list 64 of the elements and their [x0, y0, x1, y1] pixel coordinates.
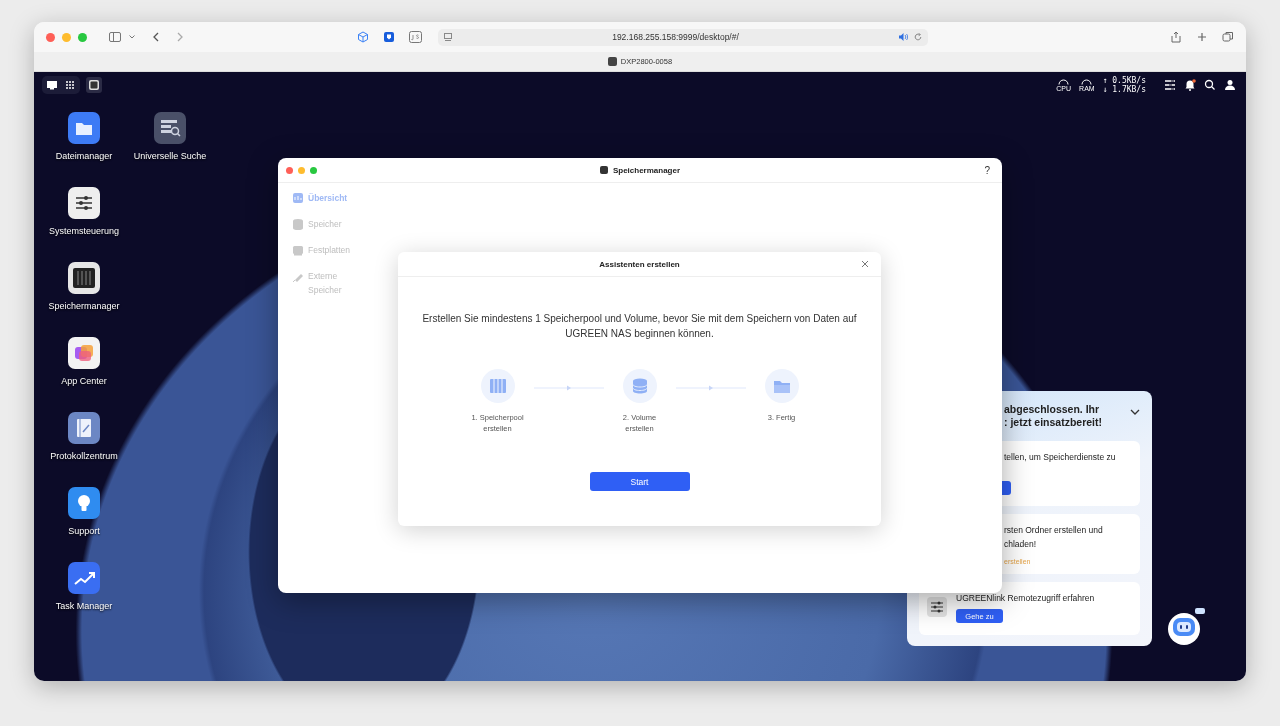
app-label[interactable]: Universelle Suche: [133, 151, 207, 161]
speaker-icon: [899, 33, 908, 41]
chevron-down-icon[interactable]: [1130, 409, 1140, 415]
close-button[interactable]: [286, 166, 293, 174]
overview-icon: [292, 192, 304, 204]
app-label[interactable]: Dateimanager: [55, 151, 113, 161]
share-icon[interactable]: [1170, 31, 1182, 43]
drive-bays-icon[interactable]: [68, 262, 100, 294]
folder-icon[interactable]: [68, 112, 100, 144]
start-button[interactable]: Start: [589, 472, 690, 491]
app-label[interactable]: Protokollzentrum: [50, 451, 118, 461]
panel-title: : jetzt einsatzbereit!: [1004, 416, 1103, 429]
chevron-down-icon: [129, 35, 135, 39]
app-label[interactable]: Support: [68, 526, 100, 536]
step-arrow-icon: [675, 385, 746, 391]
drive-bays-icon: [487, 376, 508, 396]
app-label[interactable]: Speichermanager: [48, 301, 120, 311]
script-icon[interactable]: [409, 31, 422, 43]
server-icon: [607, 57, 617, 66]
search-icon[interactable]: [1204, 79, 1216, 91]
shield-icon[interactable]: [383, 31, 395, 43]
notebook-icon[interactable]: [68, 412, 100, 444]
step-arrow-icon: [533, 385, 604, 391]
app-label[interactable]: App Center: [61, 376, 107, 386]
help-button[interactable]: ?: [980, 164, 994, 176]
apps-icon[interactable]: [68, 337, 100, 369]
upload-speed: ↑ 0.5KB/s: [1102, 76, 1146, 85]
app-label[interactable]: Task Manager: [55, 601, 113, 611]
dialog-title: Assistenten erstellen: [599, 259, 680, 269]
user-icon[interactable]: [1224, 79, 1236, 91]
sidebar-toggle-icon[interactable]: [109, 32, 121, 42]
close-button[interactable]: [46, 32, 55, 42]
tabs-icon[interactable]: [1222, 31, 1234, 43]
desktop-icon[interactable]: [44, 78, 60, 92]
ram-gauge-icon: [1081, 78, 1093, 85]
address-bar[interactable]: 192.168.255.158:9999/desktop/#/: [438, 28, 928, 46]
back-icon[interactable]: [153, 32, 159, 42]
close-icon[interactable]: [861, 260, 869, 268]
window-title: Speichermanager: [612, 165, 681, 175]
cube-icon[interactable]: [357, 31, 369, 43]
cpu-gauge-icon: [1058, 78, 1070, 85]
card-text: chladen!: [1004, 538, 1038, 550]
lightbulb-icon[interactable]: [68, 487, 100, 519]
trend-chart-icon[interactable]: [68, 562, 100, 594]
sliders-icon: [927, 597, 947, 617]
storage-app-icon[interactable]: [86, 77, 102, 93]
list-sliders-icon[interactable]: [1164, 79, 1176, 91]
drive-icon: [292, 244, 304, 256]
panel-title: abgeschlossen. Ihr: [1004, 403, 1101, 416]
dialog-message: Erstellen Sie mindestens 1 Speicherpool und Volume, bevor Sie mit dem Speichern von Daten auf UGREEN NAS beginnen können.: [421, 312, 858, 341]
card-text: UGREENlink Remotezugriff erfahren: [956, 592, 1095, 604]
bell-icon[interactable]: [1184, 79, 1196, 91]
page-icon: [444, 32, 452, 42]
database-icon: [292, 218, 304, 230]
sliders-icon[interactable]: [68, 187, 100, 219]
download-speed: ↓ 1.7KB/s: [1102, 85, 1146, 94]
storage-app-icon: [599, 166, 608, 174]
app-label[interactable]: Systemsteuerung: [48, 226, 119, 236]
server-search-icon[interactable]: [154, 112, 186, 144]
robot-assistant-icon[interactable]: [1167, 608, 1205, 646]
new-tab-icon[interactable]: [1196, 31, 1208, 43]
card-text: tellen, um Speicherdienste zu: [1004, 451, 1117, 463]
reload-icon: [914, 33, 922, 41]
card-text: rsten Ordner erstellen und: [1004, 524, 1104, 536]
